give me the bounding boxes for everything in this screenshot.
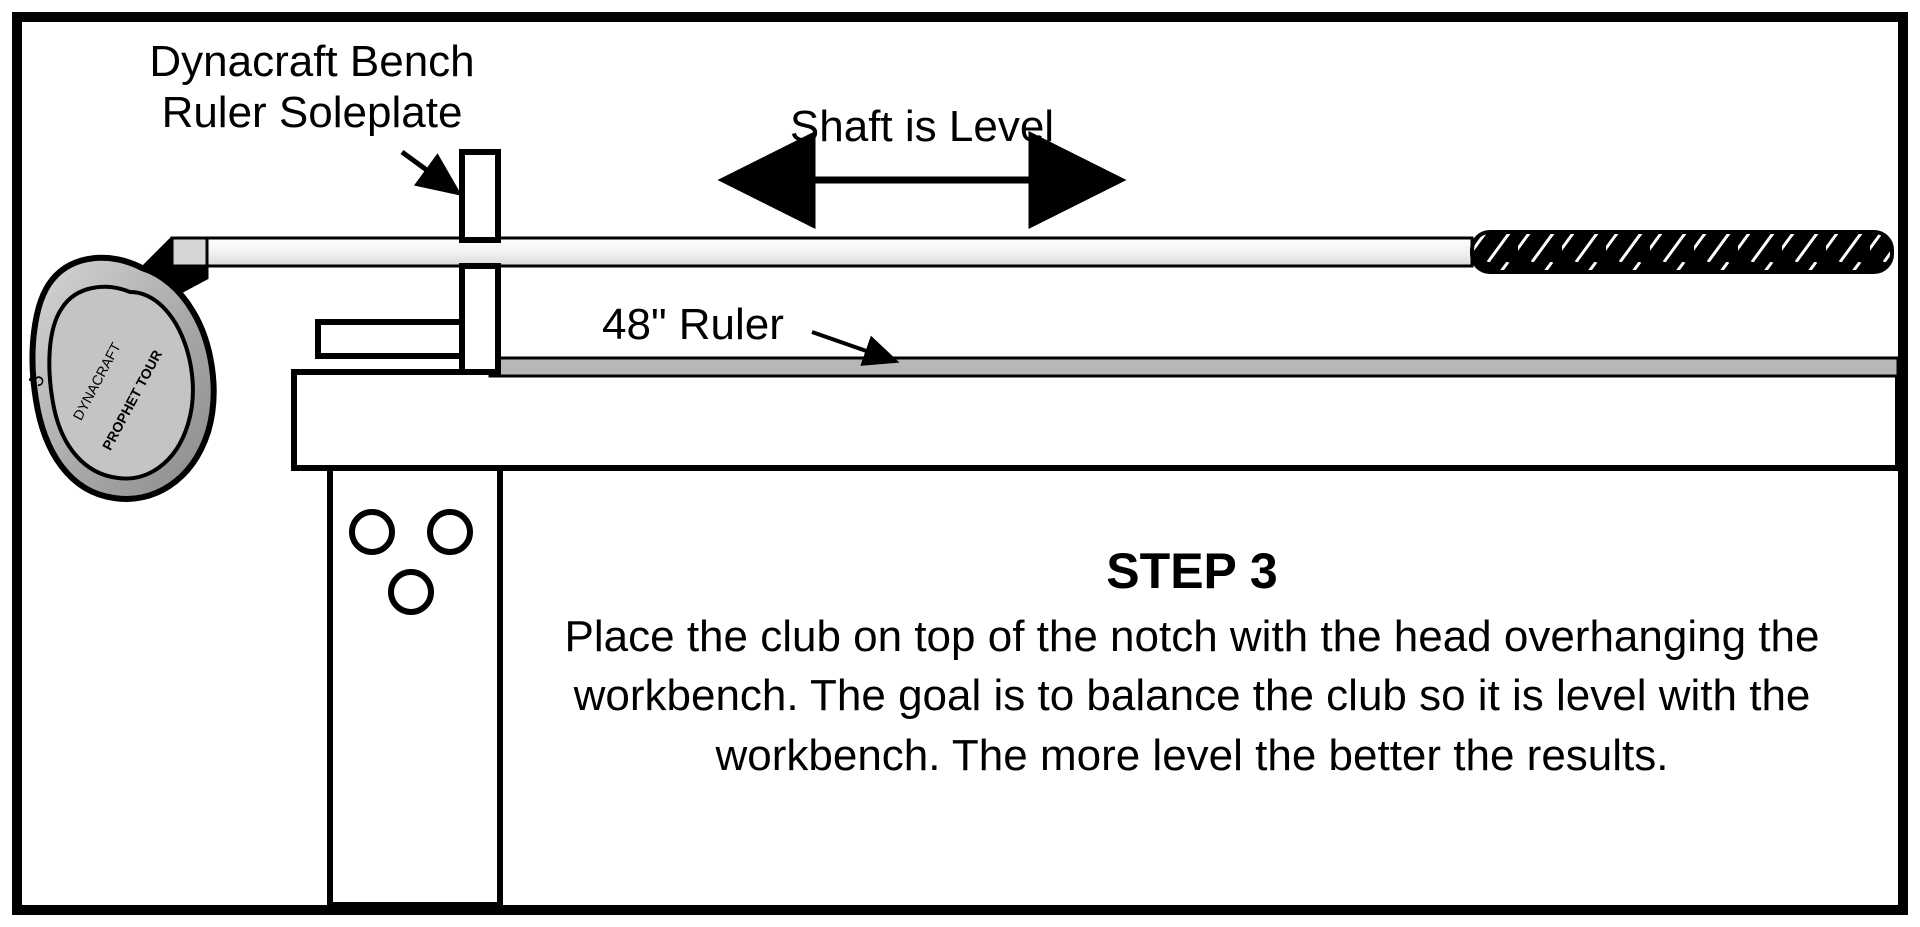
diagram-frame: DYNACRAFT PROPHET TOUR 5 Dynacraft Bench… [12, 12, 1908, 915]
shaft-level-label: Shaft is Level [722, 102, 1122, 153]
soleplate-label-line2: Ruler Soleplate [162, 88, 463, 137]
soleplate-label: Dynacraft Bench Ruler Soleplate [102, 37, 522, 138]
bench-ruler [490, 358, 1898, 376]
arrow-ruler-icon [812, 332, 892, 360]
soleplate-label-line1: Dynacraft Bench [149, 37, 474, 86]
club-head [33, 258, 214, 499]
ruler-label: 48" Ruler [602, 300, 822, 351]
club-grip [1472, 232, 1892, 272]
step-body: Place the club on top of the notch with … [512, 607, 1872, 785]
step-title: STEP 3 [502, 542, 1882, 600]
arrow-soleplate-icon [402, 152, 454, 190]
club-shaft [172, 238, 1472, 266]
